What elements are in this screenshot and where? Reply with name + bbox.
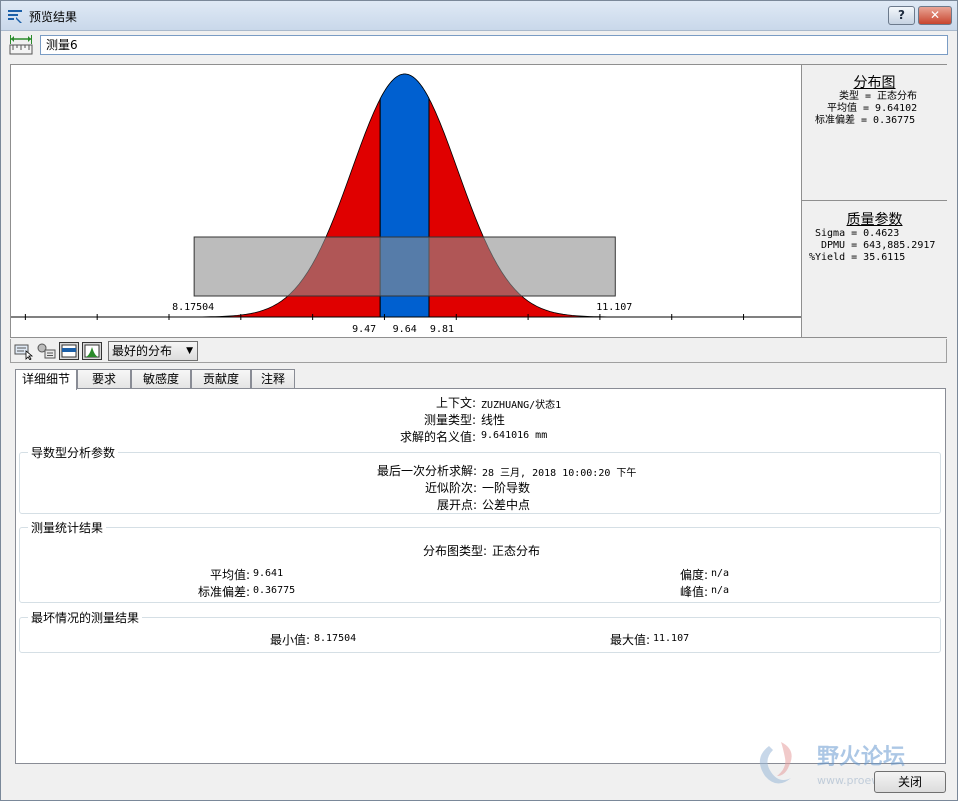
preview-results-window: 预览结果 ? ✕ 测量6 8.17504 11.107 9.47 9.64 9.… xyxy=(0,0,958,801)
distribution-plot: 8.17504 11.107 9.47 9.64 9.81 分布图 类型 = 正… xyxy=(10,64,947,338)
context-label: 上下文: xyxy=(435,396,476,410)
tab-notes[interactable]: 注释 xyxy=(251,369,295,389)
skewness-label: 偏度: xyxy=(679,568,708,582)
measurement-type-label: 测量类型: xyxy=(423,413,476,427)
sigma-line: Sigma = 0.4623 xyxy=(815,228,900,239)
statistics-group: 测量统计结果 分布图类型: 正态分布 平均值: 9.641 标准偏差: 0.36… xyxy=(19,519,941,603)
nominal-label: 求解的名义值: xyxy=(399,430,476,444)
details-panel: 上下文: ZUZHUANG/状态1 测量类型: 线性 求解的名义值: 9.641… xyxy=(15,388,946,764)
tab-sensitivity[interactable]: 敏感度 xyxy=(131,369,191,389)
close-button[interactable]: 关闭 xyxy=(874,771,946,793)
distribution-info-box: 分布图 类型 = 正态分布 平均值 = 9.64102 标准偏差 = 0.367… xyxy=(802,75,947,201)
kurtosis-label: 峰值: xyxy=(679,585,708,599)
tab-contribution[interactable]: 贡献度 xyxy=(191,369,251,389)
worst-case-group: 最坏情况的测量结果 最小值: 8.17504 最大值: 11.107 xyxy=(19,609,941,653)
measurement-name-input[interactable]: 测量6 xyxy=(40,35,948,55)
chart-toolbar: 最好的分布 ▼ xyxy=(10,339,947,363)
max-label: 最大值: xyxy=(609,633,650,647)
expansion-point-label: 展开点: xyxy=(436,498,477,512)
quality-title: 质量参数 xyxy=(846,212,903,228)
max-value: 11.107 xyxy=(653,633,690,644)
min-value: 8.17504 xyxy=(314,633,357,644)
app-icon xyxy=(8,10,22,23)
kurtosis-value: n/a xyxy=(711,585,730,596)
std-label: 标准偏差: xyxy=(197,585,250,599)
nominal-value: 9.641016 mm xyxy=(481,430,548,441)
expansion-point-value: 公差中点 xyxy=(482,498,531,512)
worst-case-group-title: 最坏情况的测量结果 xyxy=(28,609,143,626)
statistics-group-title: 测量统计结果 xyxy=(28,519,107,536)
lower-limit-label: 8.17504 xyxy=(172,302,214,313)
quality-info-box: 质量参数 Sigma = 0.4623 DPMU = 643,885.2917 … xyxy=(802,212,947,264)
approx-order-value: 一阶导数 xyxy=(482,481,531,495)
band-view-icon[interactable] xyxy=(59,342,79,360)
title-bar: 预览结果 ? ✕ xyxy=(1,1,957,31)
curve-view-icon[interactable] xyxy=(82,342,102,360)
select-tool-icon[interactable] xyxy=(14,342,34,360)
upper-limit-label: 11.107 xyxy=(596,302,632,313)
approx-order-label: 近似阶次: xyxy=(424,481,477,495)
tab-details[interactable]: 详细细节 xyxy=(15,369,77,390)
distribution-select-value: 最好的分布 xyxy=(112,344,173,358)
info-panel: 分布图 类型 = 正态分布 平均值 = 9.64102 标准偏差 = 0.367… xyxy=(801,65,947,337)
measurement-name-row: 测量6 xyxy=(7,34,951,58)
band-mean-label: 9.64 xyxy=(393,324,417,335)
dpmu-line: DPMU = 643,885.2917 xyxy=(821,240,936,251)
skewness-value: n/a xyxy=(711,568,730,579)
window-close-button[interactable]: ✕ xyxy=(918,6,952,25)
band-low-label: 9.47 xyxy=(352,324,376,335)
tab-requirements[interactable]: 要求 xyxy=(77,369,131,389)
settings-tool-icon[interactable] xyxy=(36,342,56,360)
std-value: 0.36775 xyxy=(253,585,296,596)
min-label: 最小值: xyxy=(269,633,310,647)
tolerance-range-rect xyxy=(193,236,616,297)
band-high-label: 9.81 xyxy=(430,324,454,335)
chevron-down-icon: ▼ xyxy=(186,346,193,356)
mean-label: 平均值: xyxy=(209,568,250,582)
help-button[interactable]: ? xyxy=(888,6,915,25)
yield-line: %Yield = 35.6115 xyxy=(809,252,906,263)
measurement-type-value: 线性 xyxy=(481,413,506,427)
distribution-chart: 8.17504 11.107 9.47 9.64 9.81 xyxy=(11,73,801,335)
dist-type-value: 正态分布 xyxy=(492,544,541,558)
dist-type-line: 类型 = 正态分布 xyxy=(839,91,918,102)
distribution-select[interactable]: 最好的分布 ▼ xyxy=(108,341,198,361)
last-solve-label: 最后一次分析求解: xyxy=(376,464,477,478)
dist-mean-line: 平均值 = 9.64102 xyxy=(827,103,918,114)
dist-std-line: 标准偏差 = 0.36775 xyxy=(815,115,916,126)
derivative-analysis-group: 导数型分析参数 最后一次分析求解: 28 三月, 2018 10:00:20 下… xyxy=(19,444,941,514)
ruler-icon xyxy=(9,35,33,55)
dialog-footer: 关闭 xyxy=(1,764,957,800)
derivative-group-title: 导数型分析参数 xyxy=(28,444,119,461)
last-solve-value: 28 三月, 2018 10:00:20 下午 xyxy=(482,468,637,479)
distribution-title: 分布图 xyxy=(853,75,896,91)
window-title: 预览结果 xyxy=(29,10,78,24)
mean-value: 9.641 xyxy=(253,568,284,579)
context-value: ZUZHUANG/状态1 xyxy=(481,400,562,411)
dist-type-label: 分布图类型: xyxy=(422,544,487,558)
